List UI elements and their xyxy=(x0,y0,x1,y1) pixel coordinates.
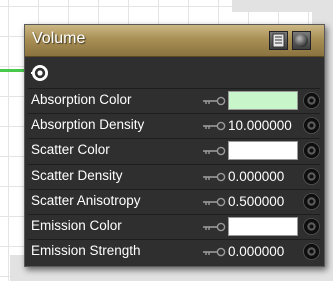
input-socket-icon[interactable] xyxy=(303,167,320,185)
input-socket-icon[interactable] xyxy=(303,218,320,235)
keyframe-key-icon[interactable] xyxy=(202,247,226,257)
property-label: Scatter Anisotropy xyxy=(31,192,141,208)
node-header[interactable]: Volume xyxy=(25,25,324,57)
input-socket-icon[interactable] xyxy=(303,192,320,210)
color-swatch[interactable] xyxy=(228,141,298,161)
property-row[interactable]: Emission Color xyxy=(28,214,320,238)
property-row[interactable]: Scatter Anisotropy 0.500000 xyxy=(28,188,320,213)
keyframe-key-icon[interactable] xyxy=(202,197,226,207)
color-swatch[interactable] xyxy=(228,91,298,110)
numeric-value-field[interactable]: 0.500000 xyxy=(228,194,284,209)
keyframe-key-icon[interactable] xyxy=(202,172,226,182)
input-socket-icon[interactable] xyxy=(303,243,320,261)
property-row[interactable]: Scatter Color xyxy=(28,138,320,162)
input-socket-icon[interactable] xyxy=(303,92,320,109)
numeric-value-field[interactable]: 0.000000 xyxy=(228,244,284,259)
volume-node[interactable]: Volume Absorption Color Absorption Densi… xyxy=(24,24,325,267)
output-row xyxy=(25,57,324,87)
property-row[interactable]: Scatter Density 0.000000 xyxy=(28,163,320,188)
property-label: Absorption Color xyxy=(31,92,132,107)
canvas-background-block xyxy=(232,0,333,12)
preview-sphere-icon[interactable] xyxy=(292,31,311,50)
node-title: Volume xyxy=(32,30,86,47)
color-swatch[interactable] xyxy=(228,217,298,236)
property-row[interactable]: Emission Strength 0.000000 xyxy=(28,239,320,263)
keyframe-key-icon[interactable] xyxy=(202,222,226,232)
property-label: Scatter Color xyxy=(31,142,110,158)
property-row[interactable]: Absorption Color xyxy=(28,88,320,112)
input-socket-icon[interactable] xyxy=(303,117,320,135)
menu-icon[interactable] xyxy=(269,31,288,50)
numeric-value-field[interactable]: 10.000000 xyxy=(228,118,292,133)
keyframe-key-icon[interactable] xyxy=(202,146,226,156)
property-label: Emission Strength xyxy=(31,243,141,259)
keyframe-key-icon[interactable] xyxy=(202,121,226,131)
property-row[interactable]: Absorption Density 10.000000 xyxy=(28,113,320,137)
property-label: Emission Color xyxy=(31,218,122,233)
output-socket-icon[interactable] xyxy=(31,64,49,82)
property-label: Absorption Density xyxy=(31,117,145,133)
numeric-value-field[interactable]: 0.000000 xyxy=(228,169,284,184)
keyframe-key-icon[interactable] xyxy=(202,96,226,106)
property-label: Scatter Density xyxy=(31,167,123,183)
input-socket-icon[interactable] xyxy=(303,142,320,160)
connection-wire[interactable] xyxy=(0,69,25,72)
